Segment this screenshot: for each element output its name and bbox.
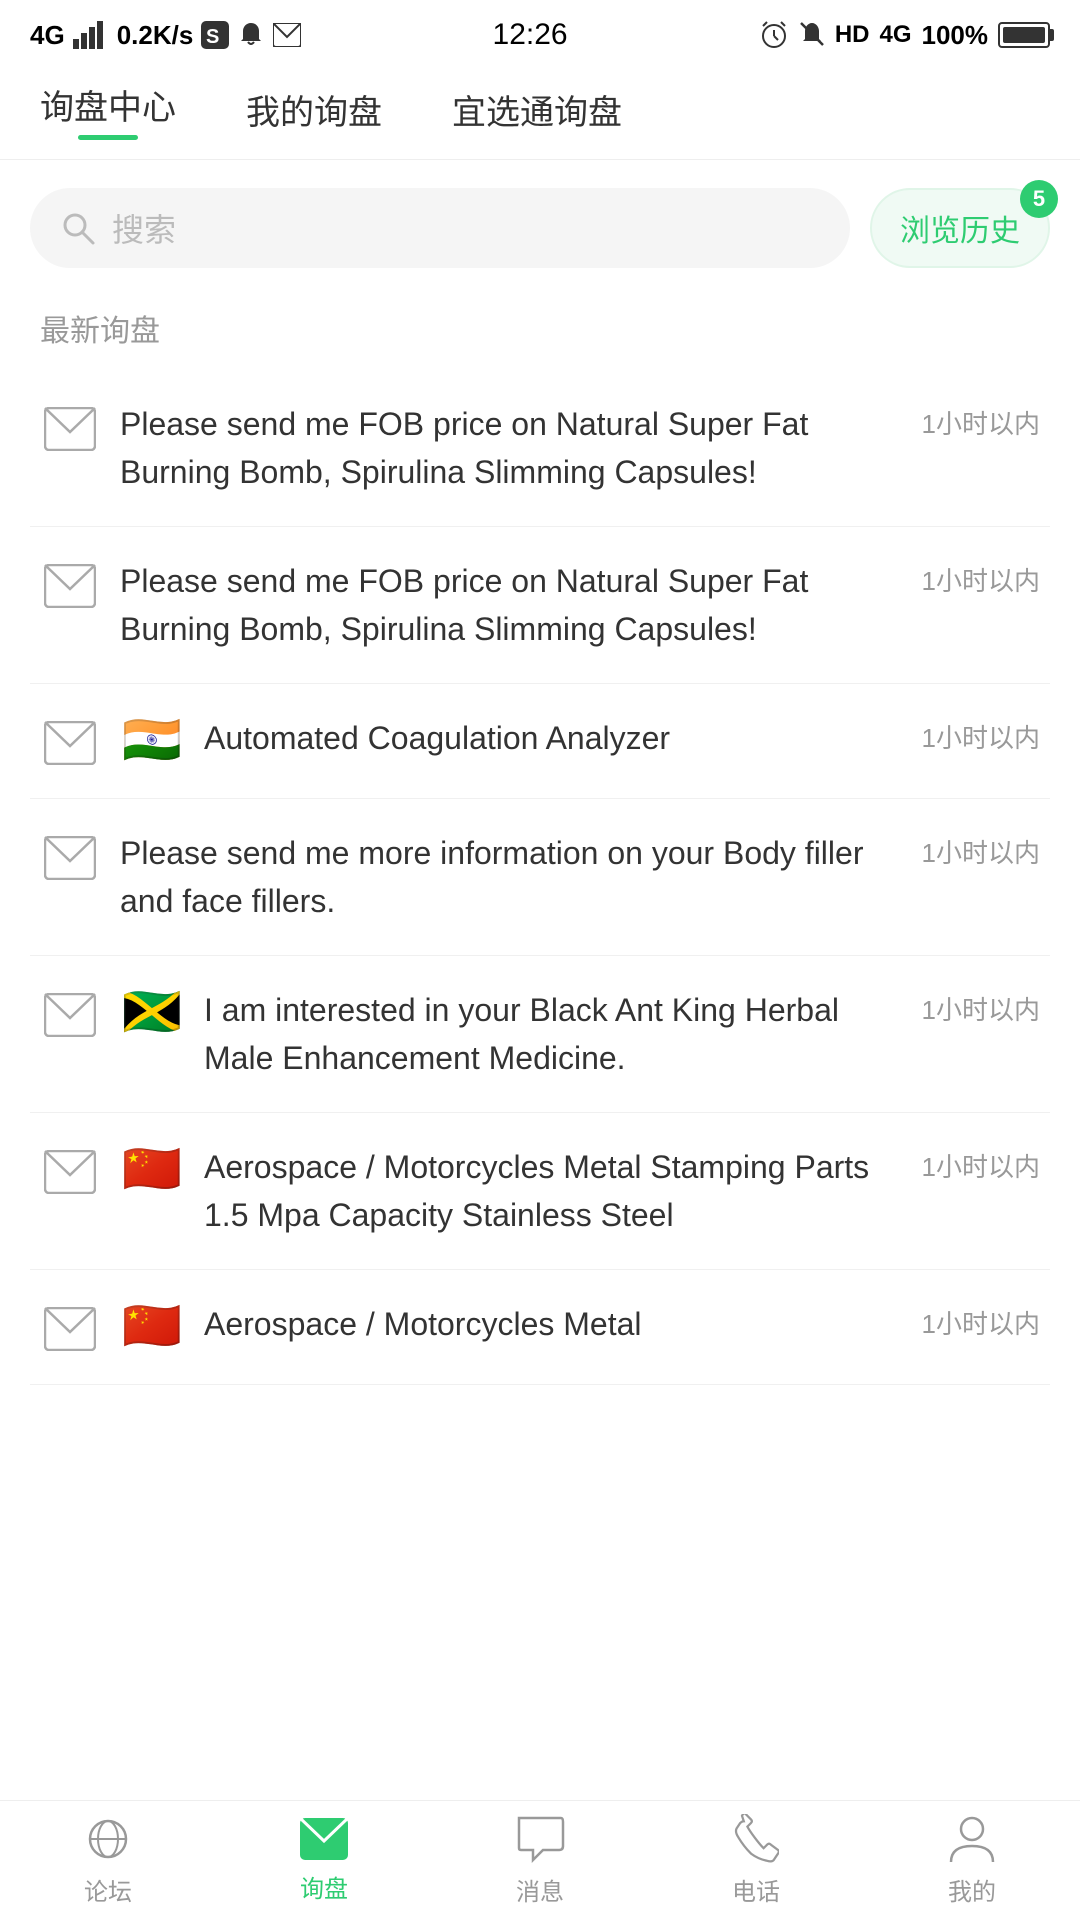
mail-icon: [40, 1147, 100, 1197]
inquiry-text: Please send me FOB price on Natural Supe…: [120, 400, 912, 496]
list-item[interactable]: Please send me FOB price on Natural Supe…: [30, 527, 1050, 684]
nav-item-message[interactable]: 消息: [432, 1814, 648, 1907]
inquiry-time: 1小时以内: [922, 718, 1040, 755]
tab-inquiry-center[interactable]: 询盘中心: [40, 80, 176, 150]
inquiry-mail-icon: [299, 1817, 349, 1861]
section-title: 最新询盘: [0, 296, 1080, 370]
search-icon: [60, 210, 96, 246]
nav-label-message: 消息: [516, 1872, 564, 1907]
time-display: 12:26: [493, 18, 568, 52]
4g-badge: 4G: [879, 21, 911, 49]
mail-icon: [40, 833, 100, 883]
message-icon: [515, 1814, 565, 1864]
status-left: 4G 0.2K/s S: [30, 20, 301, 51]
nav-label-mine: 我的: [948, 1872, 996, 1907]
inquiry-time: 1小时以内: [922, 1304, 1040, 1341]
tab-my-inquiry[interactable]: 我的询盘: [246, 85, 382, 144]
mail-icon: [40, 561, 100, 611]
search-placeholder: 搜索: [112, 205, 176, 251]
signal-text: 4G: [30, 20, 65, 51]
nav-label-inquiry: 询盘: [300, 1869, 348, 1904]
india-flag-icon: 🇮🇳: [120, 714, 184, 764]
mail-icon: [40, 404, 100, 454]
inquiry-list: Please send me FOB price on Natural Supe…: [0, 370, 1080, 1385]
hd-text: HD: [835, 21, 870, 49]
inquiry-time: 1小时以内: [922, 833, 1040, 870]
china-flag-icon: 🇨🇳: [120, 1143, 184, 1193]
inquiry-time: 1小时以内: [922, 990, 1040, 1027]
s-icon: S: [201, 21, 229, 49]
list-item[interactable]: 🇨🇳 Aerospace / Motorcycles Metal Stampin…: [30, 1113, 1050, 1270]
inquiry-text: Please send me FOB price on Natural Supe…: [120, 557, 912, 653]
mute-icon: [799, 21, 825, 49]
browse-history-button[interactable]: 浏览历史 5: [870, 188, 1050, 268]
bottom-nav: 论坛 询盘 消息 电话 我的: [0, 1800, 1080, 1920]
tab-bar: 询盘中心 我的询盘 宜选通询盘: [0, 70, 1080, 160]
forum-icon: [83, 1814, 133, 1864]
bell-icon: [237, 21, 265, 49]
svg-text:S: S: [206, 26, 219, 48]
inquiry-content: Please send me FOB price on Natural Supe…: [120, 557, 1040, 653]
inquiry-text: Please send me more information on your …: [120, 829, 912, 925]
inquiry-content: Aerospace / Motorcycles Metal 1小时以内: [204, 1300, 1040, 1348]
alarm-icon: [759, 20, 789, 50]
browse-history-label: 浏览历史: [900, 206, 1020, 250]
list-item[interactable]: Please send me more information on your …: [30, 799, 1050, 956]
jamaica-flag-icon: 🇯🇲: [120, 986, 184, 1036]
search-box[interactable]: 搜索: [30, 188, 850, 268]
tab-active-underline: [78, 135, 138, 140]
mail-icon: [40, 718, 100, 768]
list-item[interactable]: Please send me FOB price on Natural Supe…: [30, 370, 1050, 527]
phone-icon: [733, 1814, 779, 1864]
battery-percent: 100%: [922, 20, 989, 51]
signal-bars-icon: [73, 21, 109, 49]
search-row: 搜索 浏览历史 5: [0, 160, 1080, 296]
tab-yixuan-inquiry[interactable]: 宜选通询盘: [452, 85, 622, 144]
browse-history-badge: 5: [1020, 180, 1058, 218]
inquiry-text: I am interested in your Black Ant King H…: [204, 986, 912, 1082]
mail-icon: [40, 990, 100, 1040]
inquiry-text: Aerospace / Motorcycles Metal Stamping P…: [204, 1143, 912, 1239]
list-item[interactable]: 🇨🇳 Aerospace / Motorcycles Metal 1小时以内: [30, 1270, 1050, 1385]
status-right: HD 4G 100%: [759, 20, 1050, 51]
inquiry-time: 1小时以内: [922, 1147, 1040, 1184]
nav-item-phone[interactable]: 电话: [648, 1814, 864, 1907]
battery-icon: [998, 22, 1050, 48]
envelope-icon: [273, 23, 301, 47]
inquiry-content: Aerospace / Motorcycles Metal Stamping P…: [204, 1143, 1040, 1239]
nav-item-forum[interactable]: 论坛: [0, 1814, 216, 1907]
inquiry-time: 1小时以内: [922, 561, 1040, 598]
inquiry-content: I am interested in your Black Ant King H…: [204, 986, 1040, 1082]
nav-label-phone: 电话: [732, 1872, 780, 1907]
inquiry-text: Aerospace / Motorcycles Metal: [204, 1300, 912, 1348]
inquiry-content: Automated Coagulation Analyzer 1小时以内: [204, 714, 1040, 762]
speed-text: 0.2K/s: [117, 20, 194, 51]
inquiry-time: 1小时以内: [922, 404, 1040, 441]
mail-icon: [40, 1304, 100, 1354]
nav-label-forum: 论坛: [84, 1872, 132, 1907]
nav-item-mine[interactable]: 我的: [864, 1814, 1080, 1907]
nav-item-inquiry[interactable]: 询盘: [216, 1817, 432, 1904]
inquiry-content: Please send me FOB price on Natural Supe…: [120, 400, 1040, 496]
china-flag-icon-2: 🇨🇳: [120, 1300, 184, 1350]
inquiry-text: Automated Coagulation Analyzer: [204, 714, 912, 762]
list-item[interactable]: 🇯🇲 I am interested in your Black Ant Kin…: [30, 956, 1050, 1113]
list-item[interactable]: 🇮🇳 Automated Coagulation Analyzer 1小时以内: [30, 684, 1050, 799]
user-icon: [949, 1814, 995, 1864]
status-bar: 4G 0.2K/s S 12:26: [0, 0, 1080, 70]
inquiry-content: Please send me more information on your …: [120, 829, 1040, 925]
